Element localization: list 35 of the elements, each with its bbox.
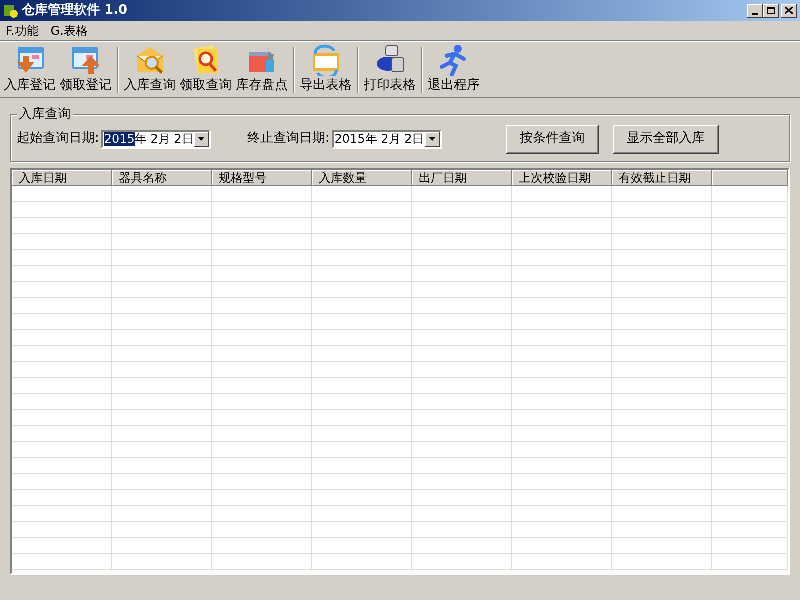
toolbar-button[interactable]: 打印表格 [362,44,418,96]
menu-item[interactable]: G.表格 [50,22,88,40]
caret-icon [198,137,206,141]
column-header[interactable]: 规格型号 [212,170,312,186]
toolbar-button[interactable]: 领取登记 [58,44,114,96]
minimize-icon [752,12,758,14]
toolbar-button[interactable]: 库存盘点 [234,44,290,96]
column-header[interactable]: 出厂日期 [412,170,512,186]
column-header[interactable]: 有效截止日期 [612,170,712,186]
date-label: 终止查询日期: [247,130,330,148]
close-icon [785,7,793,14]
column-header[interactable]: 入库日期 [12,170,112,186]
date-picker[interactable]: 2015年 2月 2日 [101,130,212,148]
query-button[interactable]: 显示全部入库 [613,124,719,154]
dropdown-button[interactable] [194,132,210,146]
toolbar-button[interactable]: 入库登记 [2,44,58,96]
close-button[interactable] [781,4,797,18]
folder-arrows-icon [310,44,342,76]
maximize-icon [767,7,775,14]
toolbar-button[interactable]: 入库查询 [122,44,178,96]
toolbar-button[interactable]: 导出表格 [298,44,354,96]
menu-item[interactable]: F.功能 [6,22,39,40]
dropdown-button[interactable] [424,132,440,146]
window-title: 仓库管理软件 1.0 [22,2,128,20]
column-header[interactable]: 入库数量 [312,170,412,186]
query-button[interactable]: 按条件查询 [506,124,599,154]
caret-icon [428,137,436,141]
date-picker[interactable]: 2015年 2月 2日 [332,130,442,148]
date-label: 起始查询日期: [17,130,100,148]
minimize-button[interactable] [747,4,763,18]
column-header[interactable]: 上次校验日期 [512,170,612,186]
column-header[interactable]: 器具名称 [112,170,212,186]
maximize-button[interactable] [763,4,779,18]
toolbar-button[interactable]: 领取查询 [178,44,234,96]
toolbar-button[interactable]: 退出程序 [426,44,482,96]
